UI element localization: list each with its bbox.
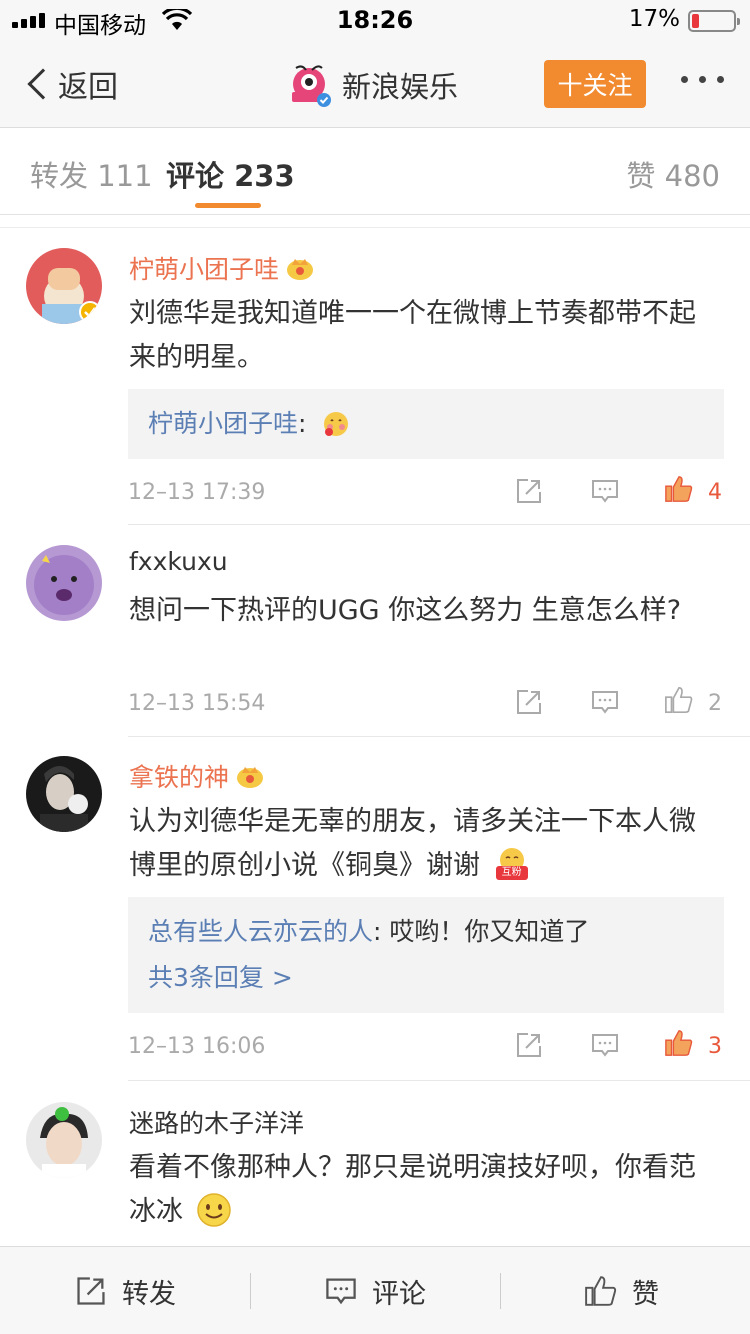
back-button[interactable]: 返回 [22,64,118,105]
avatar[interactable] [26,248,102,324]
comment-text-content: 认为刘德华是无辜的朋友，请多关注一下本人微博里的原创小说《铜臭》谢谢 [129,806,696,881]
comment-text: 刘德华是我知道唯一一个在微博上节奏都带不起来的明星。 [129,298,696,373]
share-icon[interactable] [514,687,544,717]
comment-icon [326,1278,356,1305]
tab-like-count: 480 [664,159,720,193]
emoji-badge-label: 互粉 [501,867,522,878]
tab-repost-count: 111 [97,159,153,193]
comment-text: 看着不像那种人？那只是说明演技好呗，你看范冰冰 [129,1146,719,1234]
bottom-divider [500,1273,501,1309]
comment-separator [128,524,750,525]
thumbs-up-icon[interactable] [664,1028,694,1058]
comment-author[interactable]: 柠萌小团子哇 [129,250,315,286]
blushing-emoji-icon [324,412,349,436]
thumbs-up-icon [585,1276,617,1306]
status-bar: 中国移动 18:26 17% [0,0,750,40]
vip-crown-icon [237,767,264,788]
comment-text: 认为刘德华是无辜的朋友，请多关注一下本人微博里的原创小说《铜臭》谢谢 互粉 [129,800,719,888]
like-count: 2 [708,691,722,716]
comment-text: 想问一下热评的UGG 你这么努力 生意怎么样? [129,595,682,626]
author-name: 拿铁的神 [129,763,230,792]
reply-icon[interactable] [590,687,620,717]
reply-text: : [298,409,307,438]
tab-like-label: 赞 [626,159,656,193]
like-count: 3 [708,1034,722,1059]
vip-crown-icon [287,259,314,280]
tab-bar: 转发 111 评论 233 赞 480 [0,129,750,215]
tab-comment-count: 233 [234,159,295,193]
nav-bar: 返回 新浪娱乐 十关注 [0,40,750,128]
more-options-button[interactable] [681,76,724,83]
comment-time: 12–13 17:39 [128,480,266,505]
comment-separator [128,1080,750,1081]
comment-separator [128,736,750,737]
like-label: 赞 [632,1278,659,1310]
comment-button[interactable]: 评论 [324,1247,426,1334]
comment-time: 12–13 15:54 [128,691,266,716]
comment-label: 评论 [372,1278,426,1310]
reply-box[interactable]: 总有些人云亦云的人: 哎哟！你又知道了 共3条回复 > [128,897,724,1013]
reply-box[interactable]: 柠萌小团子哇: [128,389,724,459]
battery-percent: 17% [628,6,680,32]
tab-repost-label: 转发 [30,159,89,193]
mutual-follow-emoji-icon: 互粉 [493,846,531,882]
view-replies-link[interactable]: 共3条回复 > [148,955,704,1001]
like-count: 4 [708,480,722,505]
bottom-action-bar: 转发 评论 赞 [0,1246,750,1334]
avatar[interactable] [26,1102,102,1178]
active-tab-indicator [195,203,261,208]
author-name: 迷路的木子洋洋 [129,1109,305,1138]
comment-time: 12–13 16:06 [128,1034,266,1059]
author-name: 柠萌小团子哇 [129,255,280,284]
smile-emoji-icon [196,1193,231,1227]
avatar[interactable] [26,545,102,621]
repost-label: 转发 [122,1278,176,1310]
thumbs-up-icon[interactable] [664,685,694,715]
author-name: fxxkuxu [129,547,228,576]
tab-comment[interactable]: 评论 233 [166,153,295,195]
divider [0,215,750,228]
account-header[interactable]: 新浪娱乐 [286,60,458,110]
comment-meta: 12–13 15:54 2 [128,685,724,725]
avatar[interactable] [26,756,102,832]
reply-author[interactable]: 总有些人云亦云的人 [148,917,373,946]
tab-comment-label: 评论 [166,159,225,193]
reply-author[interactable]: 柠萌小团子哇 [148,409,298,438]
follow-button[interactable]: 十关注 [544,60,646,108]
sina-ent-logo-icon [292,65,331,107]
tab-like[interactable]: 赞 480 [626,153,720,195]
chevron-left-icon [27,68,59,100]
comment-author[interactable]: fxxkuxu [129,547,228,576]
thumbs-up-icon[interactable] [664,474,694,504]
reply-text: : 哎哟！你又知道了 [373,917,590,946]
bottom-divider [250,1273,251,1309]
comment-author[interactable]: 拿铁的神 [129,758,265,794]
reply-icon[interactable] [590,476,620,506]
tab-repost[interactable]: 转发 111 [30,153,153,195]
reply-icon[interactable] [590,1030,620,1060]
back-label: 返回 [58,70,118,105]
comment-meta: 12–13 16:06 3 [128,1028,724,1068]
share-icon [77,1277,105,1305]
repost-button[interactable]: 转发 [74,1247,176,1334]
share-icon[interactable] [514,1030,544,1060]
comment-author[interactable]: 迷路的木子洋洋 [129,1104,304,1140]
account-title: 新浪娱乐 [342,70,459,104]
share-icon[interactable] [514,476,544,506]
comment-meta: 12–13 17:39 4 [128,474,724,514]
like-button[interactable]: 赞 [584,1247,659,1334]
battery-icon [688,10,740,32]
